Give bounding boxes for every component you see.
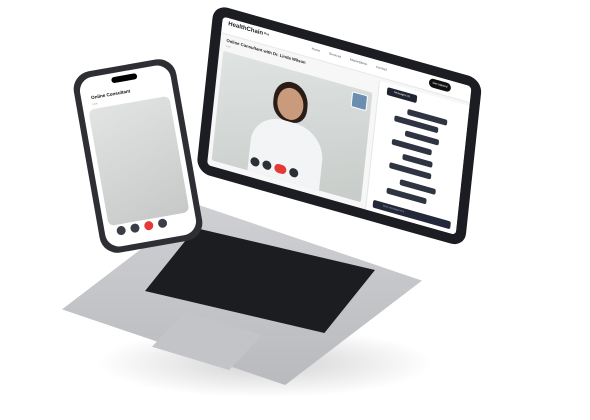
mobile-title: Online Consultant: [90, 88, 131, 101]
live-badge: Live: [225, 44, 231, 49]
laptop-screen: HealthChainPro Home Services Marketplace…: [207, 16, 472, 235]
mobile-subtitle: Live: [91, 101, 98, 107]
more-icon[interactable]: [157, 218, 168, 229]
phone-screen: Online Consultant Live: [77, 63, 199, 249]
self-view-thumbnail[interactable]: [350, 91, 369, 112]
chat-bubble: [402, 153, 433, 168]
nav-item-services[interactable]: Services: [329, 52, 342, 59]
chat-header: Messages (1): [386, 87, 418, 104]
nav-item-marketplace[interactable]: Marketplace: [350, 57, 368, 66]
video-call-panel: [211, 50, 373, 203]
camera-icon[interactable]: [129, 222, 141, 234]
brand-name: HealthChain: [227, 21, 264, 37]
get-started-button[interactable]: Get started: [428, 77, 452, 93]
nav-item-home[interactable]: Home: [311, 47, 320, 53]
brand-logo[interactable]: HealthChainPro: [228, 21, 269, 38]
chat-message-input[interactable]: Write message here: [372, 199, 451, 230]
brand-suffix: Pro: [263, 31, 270, 37]
mute-icon[interactable]: [115, 225, 127, 236]
nav-links: Home Services Marketplace Contact: [311, 47, 395, 74]
phone-device: Online Consultant Live: [70, 56, 206, 256]
nav-item-contact[interactable]: Contact: [376, 65, 387, 72]
product-mockup-scene: HealthChainPro Home Services Marketplace…: [0, 0, 590, 420]
chat-panel: Messages (1) Write message here: [365, 80, 470, 235]
end-call-icon[interactable]: [143, 220, 154, 231]
mobile-video-panel: [88, 95, 190, 227]
doctor-coat: [246, 111, 326, 201]
phone-notch: [110, 72, 138, 84]
laptop-lid: HealthChainPro Home Services Marketplace…: [196, 4, 483, 248]
